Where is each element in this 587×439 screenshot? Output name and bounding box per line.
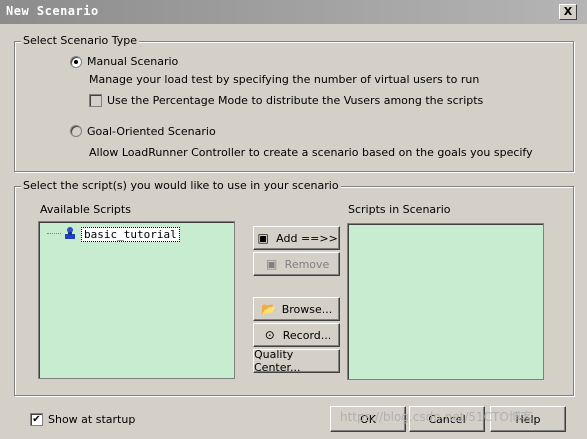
record-button-label: Record...	[282, 328, 332, 342]
add-button[interactable]: ▣ Add ==>>	[253, 226, 340, 250]
browse-button[interactable]: 📂 Browse...	[253, 297, 340, 321]
manual-scenario-label[interactable]: Manual Scenario	[87, 55, 178, 68]
show-at-startup-label[interactable]: Show at startup	[48, 413, 135, 426]
goal-oriented-description: Allow LoadRunner Controller to create a …	[89, 146, 533, 159]
remove-script-icon: ▣	[266, 257, 278, 271]
remove-button[interactable]: ▣ Remove	[253, 252, 340, 276]
quality-center-button-label: Quality Center...	[254, 348, 301, 374]
manual-scenario-description: Manage your load test by specifying the …	[89, 73, 480, 86]
percentage-mode-checkbox[interactable]	[89, 94, 102, 107]
scripts-in-scenario-list[interactable]	[347, 223, 544, 380]
folder-open-icon: 📂	[261, 302, 277, 316]
scripts-in-scenario-label: Scripts in Scenario	[348, 203, 451, 216]
browse-button-label: Browse...	[281, 302, 333, 316]
goal-oriented-radio[interactable]	[70, 125, 82, 137]
window-title: New Scenario	[6, 4, 99, 18]
title-bar: New Scenario X	[0, 0, 587, 24]
record-icon: ⊙	[264, 328, 275, 342]
script-icon	[63, 226, 77, 243]
close-icon: X	[563, 5, 573, 18]
goal-oriented-label[interactable]: Goal-Oriented Scenario	[87, 125, 216, 138]
add-script-icon: ▣	[257, 231, 269, 245]
available-scripts-list[interactable]	[38, 221, 235, 379]
quality-center-button[interactable]: Quality Center...	[253, 348, 340, 374]
script-name: basic_tutorial	[81, 227, 180, 242]
tree-connector	[47, 233, 61, 234]
add-button-label: Add ==>>	[276, 231, 338, 245]
scenario-type-legend: Select Scenario Type	[21, 34, 140, 47]
available-scripts-label: Available Scripts	[40, 203, 131, 216]
manual-scenario-radio[interactable]	[70, 56, 82, 68]
percentage-mode-label[interactable]: Use the Percentage Mode to distribute th…	[107, 94, 483, 107]
record-button[interactable]: ⊙ Record...	[253, 323, 340, 347]
remove-button-label: Remove	[284, 257, 330, 271]
watermark-text: https://blog.csdn.net/51CTO博客	[340, 410, 533, 424]
show-at-startup-checkbox[interactable]: ✔	[30, 413, 43, 426]
scripts-legend: Select the script(s) you would like to u…	[21, 179, 341, 192]
list-item[interactable]: basic_tutorial	[63, 226, 180, 243]
close-button[interactable]: X	[559, 4, 577, 20]
